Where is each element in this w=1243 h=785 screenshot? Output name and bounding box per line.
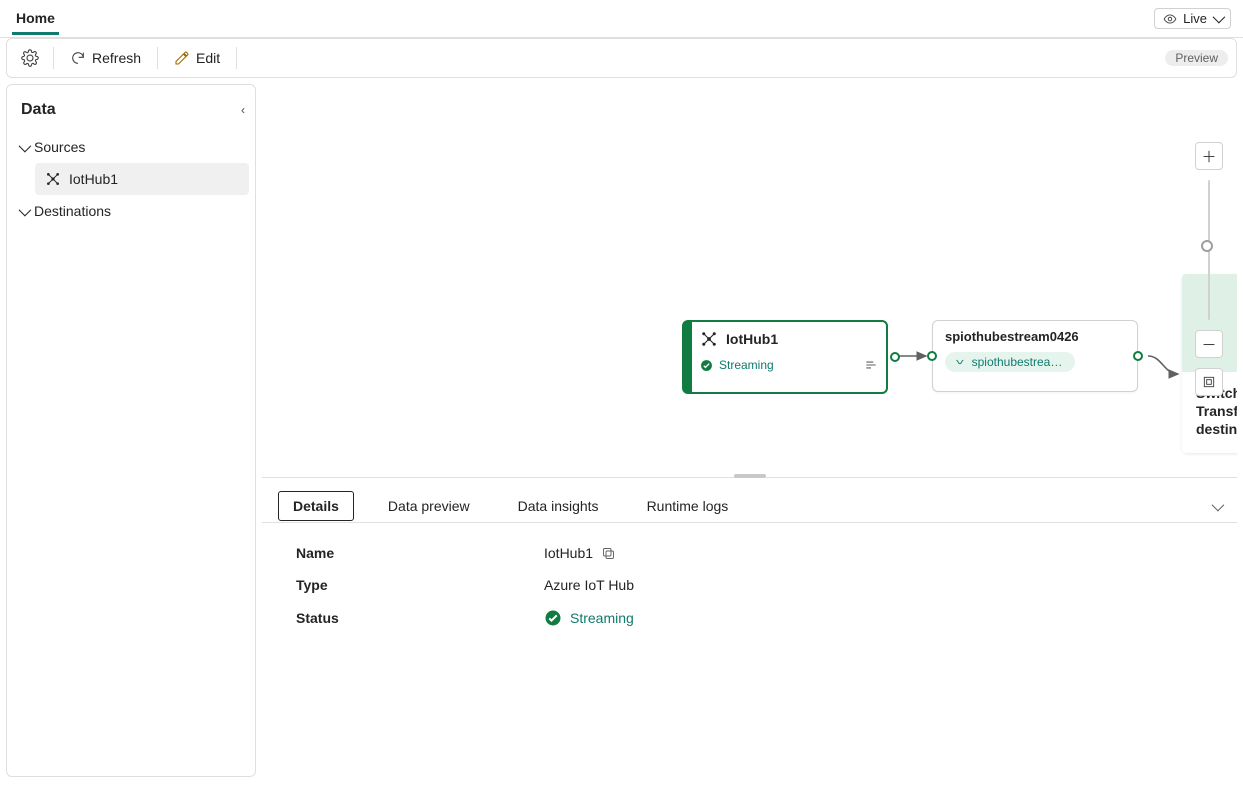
details-content: Name IotHub1 Type Azure IoT Hub Status (262, 523, 1237, 665)
refresh-button[interactable]: Refresh (62, 46, 149, 70)
settings-button[interactable] (15, 45, 45, 71)
detail-label: Type (296, 577, 544, 593)
menu-icon[interactable] (864, 358, 878, 372)
edit-button[interactable]: Edit (166, 46, 228, 70)
gear-icon (21, 49, 39, 67)
live-label: Live (1183, 11, 1207, 26)
copy-icon[interactable] (601, 546, 616, 561)
zoom-out-button[interactable]: － (1195, 330, 1223, 358)
node-iothub[interactable]: IotHub1 Streaming (682, 320, 888, 394)
checkmark-circle-icon (544, 609, 562, 627)
detail-label: Status (296, 610, 544, 626)
zoom-slider-thumb[interactable] (1201, 240, 1213, 252)
canvas[interactable]: IotHub1 Streaming spiothubestream0426 sp… (262, 84, 1237, 477)
input-port[interactable] (927, 351, 937, 361)
eye-icon (1163, 12, 1177, 26)
node-title: IotHub1 (726, 331, 778, 347)
tree-item-iothub1[interactable]: IotHub1 (35, 163, 249, 195)
preview-badge: Preview (1165, 50, 1228, 66)
zoom-controls: ＋ － (1195, 142, 1223, 396)
refresh-icon (70, 50, 86, 66)
panel-resize-handle[interactable] (734, 474, 766, 478)
chevron-down-icon (19, 139, 28, 155)
toolbar: Refresh Edit Preview (6, 38, 1237, 78)
stream-icon (955, 356, 966, 368)
node-title: spiothubestream0426 (945, 329, 1129, 344)
checkmark-circle-icon (700, 359, 713, 372)
fit-to-screen-button[interactable] (1195, 368, 1223, 396)
data-panel: Data ‹‹ Sources IotHub1 Destinations (6, 84, 256, 777)
iothub-icon (700, 330, 718, 348)
tab-data-preview[interactable]: Data preview (374, 490, 484, 522)
toolbar-separator (53, 47, 54, 69)
data-panel-title: Data (21, 101, 56, 119)
toolbar-separator (236, 47, 237, 69)
sources-label: Sources (34, 139, 85, 155)
iothub-icon (45, 171, 61, 187)
detail-value: Azure IoT Hub (544, 577, 634, 593)
detail-value: IotHub1 (544, 545, 593, 561)
zoom-slider[interactable] (1208, 180, 1210, 320)
tab-runtime-logs[interactable]: Runtime logs (633, 490, 743, 522)
node-stream[interactable]: spiothubestream0426 spiothubestream0... (932, 320, 1138, 392)
top-tabs-bar: Home Live (0, 0, 1243, 38)
detail-row-name: Name IotHub1 (296, 545, 1203, 561)
sources-group-header[interactable]: Sources (13, 131, 249, 163)
chevron-down-icon (1213, 11, 1222, 26)
detail-row-type: Type Azure IoT Hub (296, 577, 1203, 593)
live-dropdown[interactable]: Live (1154, 8, 1231, 29)
connections-layer (262, 84, 1237, 477)
stream-pill: spiothubestream0... (945, 352, 1075, 372)
detail-label: Name (296, 545, 544, 561)
collapse-bottom-panel[interactable] (1212, 498, 1221, 514)
detail-value: Streaming (570, 610, 634, 626)
toolbar-separator (157, 47, 158, 69)
chevron-down-icon (1212, 498, 1221, 514)
destinations-group-header[interactable]: Destinations (13, 195, 249, 227)
bottom-tabs: Details Data preview Data insights Runti… (262, 478, 1237, 523)
edit-icon (174, 50, 190, 66)
chevron-down-icon (19, 203, 28, 219)
tab-details[interactable]: Details (278, 491, 354, 521)
destinations-label: Destinations (34, 203, 111, 219)
bottom-panel: Details Data preview Data insights Runti… (262, 477, 1237, 777)
zoom-in-button[interactable]: ＋ (1195, 142, 1223, 170)
detail-row-status: Status Streaming (296, 609, 1203, 627)
refresh-label: Refresh (92, 50, 141, 66)
tab-home[interactable]: Home (12, 2, 59, 35)
node-status: Streaming (719, 358, 774, 372)
output-port[interactable] (1133, 351, 1143, 361)
tree-item-label: IotHub1 (69, 171, 118, 187)
edit-label: Edit (196, 50, 220, 66)
canvas-area: IotHub1 Streaming spiothubestream0426 sp… (262, 84, 1237, 777)
fit-icon (1202, 375, 1216, 389)
pill-text: spiothubestream0... (972, 355, 1065, 369)
output-port[interactable] (890, 352, 900, 362)
tab-data-insights[interactable]: Data insights (504, 490, 613, 522)
